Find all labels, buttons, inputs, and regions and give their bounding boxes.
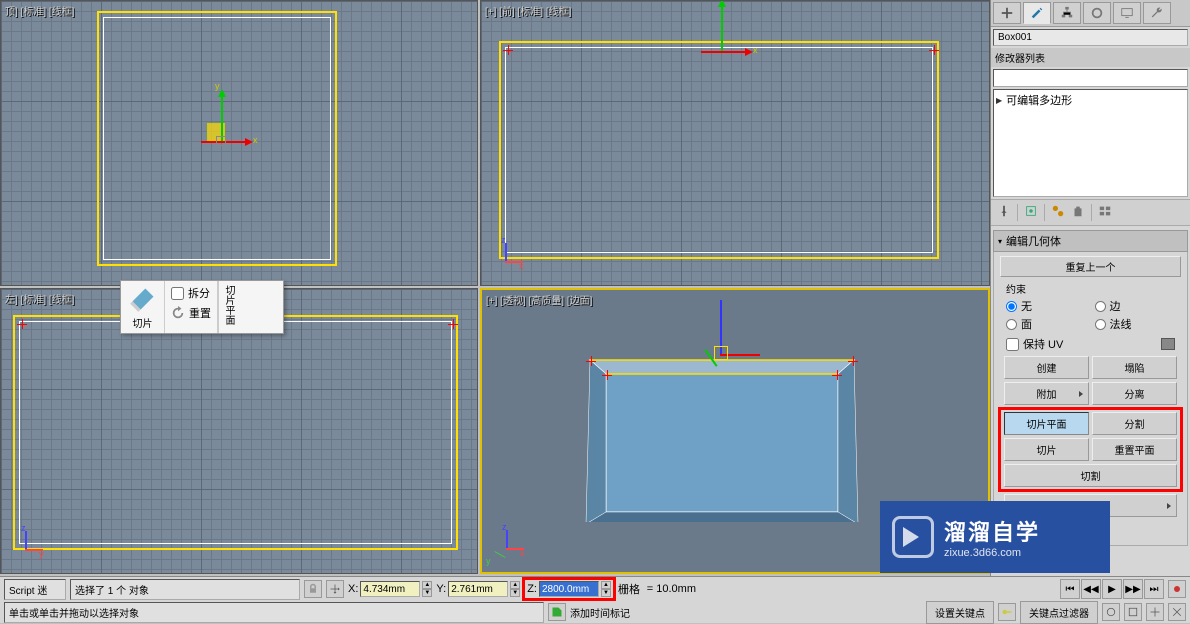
key-icon[interactable]	[998, 603, 1016, 621]
y-spinner[interactable]: ▲▼	[510, 581, 520, 597]
script-listener[interactable]: Script 迷	[4, 579, 66, 600]
edit-geometry-rollout: ▾编辑几何体 重复上一个 约束 无 边 面 法线 保持 UV 创建 塌陷 附加 …	[993, 230, 1188, 546]
nav-icon-1[interactable]	[1102, 603, 1120, 621]
motion-icon	[1090, 6, 1104, 20]
reset-button[interactable]: 重置	[171, 305, 211, 321]
lock-selection-icon[interactable]	[304, 580, 322, 598]
viewport-top-label: 顶] [标准] [线框]	[5, 3, 74, 18]
object-name-field[interactable]: Box001	[993, 29, 1188, 46]
axis-indicator: zy	[7, 527, 47, 567]
collapse-button[interactable]: 塌陷	[1092, 356, 1177, 379]
nav-icon-3[interactable]	[1146, 603, 1164, 621]
remove-modifier-icon[interactable]	[1071, 204, 1085, 221]
z-spinner[interactable]: ▲▼	[601, 581, 611, 597]
goto-end-icon[interactable]: ⏭	[1144, 579, 1164, 599]
reset-plane-button[interactable]: 重置平面	[1092, 438, 1177, 461]
show-end-result-icon[interactable]	[1024, 204, 1038, 221]
transform-type-in-icon[interactable]	[326, 580, 344, 598]
slice-icon	[129, 285, 157, 313]
axis-indicator: zx	[487, 239, 527, 279]
motion-tab[interactable]	[1083, 2, 1111, 24]
hierarchy-tab[interactable]	[1053, 2, 1081, 24]
modifier-stack-item[interactable]: ▶可编辑多边形	[996, 92, 1185, 108]
constraint-normal-radio[interactable]: 法线	[1095, 316, 1176, 332]
viewport-area: 顶] [标准] [线框] x y [+] [前] [标准] [线框] x zx	[0, 0, 990, 576]
slice-plane-button[interactable]: 切片平面	[1004, 412, 1089, 435]
viewport-top[interactable]: 顶] [标准] [线框] x y	[0, 0, 478, 286]
attach-button[interactable]: 附加	[1004, 382, 1089, 405]
utilities-tab[interactable]	[1143, 2, 1171, 24]
display-tab[interactable]	[1113, 2, 1141, 24]
wrench-icon	[1150, 6, 1164, 20]
status-bar: Script 迷 选择了 1 个 对象 X: ▲▼ Y: ▲▼ Z: ▲▼ 栅格…	[0, 576, 1190, 623]
command-panel-tabs	[991, 0, 1190, 27]
watermark-logo: 溜溜自学 zixue.3d66.com	[880, 501, 1110, 573]
grid-info: 栅格 = 10.0mm	[618, 581, 696, 597]
viewport-left-label: 左] [标准] [线框]	[5, 291, 74, 306]
hierarchy-icon	[1060, 6, 1074, 20]
axis-indicator: zx y	[488, 526, 528, 566]
add-time-tag-label[interactable]: 添加时间标记	[570, 605, 630, 620]
cut-button[interactable]: 切割	[1004, 464, 1177, 487]
modifier-stack-toolbar	[991, 199, 1190, 226]
y-coord: Y: ▲▼	[436, 581, 520, 597]
rollout-header[interactable]: ▾编辑几何体	[993, 230, 1188, 252]
z-input[interactable]	[539, 581, 599, 597]
create-tab[interactable]	[993, 2, 1021, 24]
constraint-face-radio[interactable]: 面	[1006, 316, 1087, 332]
split-checkbox[interactable]: 拆分	[171, 285, 211, 301]
selection-info: 选择了 1 个 对象	[70, 579, 300, 600]
detach-button[interactable]: 分离	[1092, 382, 1177, 405]
set-key-button[interactable]: 设置关键点	[926, 601, 994, 624]
time-controls: ⏮ ◀◀ ▶ ▶▶ ⏭	[1060, 579, 1164, 599]
slice-button[interactable]: 切片	[1004, 438, 1089, 461]
next-frame-icon[interactable]: ▶▶	[1123, 579, 1143, 599]
viewport-front-label: [+] [前] [标准] [线框]	[485, 3, 571, 18]
viewport-front[interactable]: [+] [前] [标准] [线框] x zx	[480, 0, 990, 286]
reset-icon	[171, 306, 185, 320]
constraint-label: 约束	[1006, 281, 1181, 296]
play-icon[interactable]: ▶	[1102, 579, 1122, 599]
configure-sets-icon[interactable]	[1098, 204, 1112, 221]
keep-uv-checkbox[interactable]: 保持 UV	[1006, 336, 1063, 352]
modifier-list-label: 修改器列表	[991, 48, 1190, 67]
modifier-list-dropdown[interactable]	[993, 69, 1188, 87]
constraint-none-radio[interactable]: 无	[1006, 298, 1087, 314]
goto-start-icon[interactable]: ⏮	[1060, 579, 1080, 599]
repeat-last-button[interactable]: 重复上一个	[1000, 256, 1181, 277]
x-spinner[interactable]: ▲▼	[422, 581, 432, 597]
constraint-edge-radio[interactable]: 边	[1095, 298, 1176, 314]
slice-plane-label: 切片平面	[218, 281, 238, 333]
modifier-stack[interactable]: ▶可编辑多边形	[993, 89, 1188, 197]
slice-button-large[interactable]: 切片	[121, 281, 165, 333]
prev-frame-icon[interactable]: ◀◀	[1081, 579, 1101, 599]
make-unique-icon[interactable]	[1051, 204, 1065, 221]
create-button[interactable]: 创建	[1004, 356, 1089, 379]
modify-icon	[1030, 6, 1044, 20]
nav-icon-2[interactable]	[1124, 603, 1142, 621]
nav-icon-4[interactable]	[1168, 603, 1186, 621]
viewport-perspective-label: [+] [透视] [高质量] [边面]	[486, 292, 592, 307]
key-mode-icon[interactable]	[1168, 580, 1186, 598]
x-coord: X: ▲▼	[348, 581, 432, 597]
key-filters-button[interactable]: 关键点过滤器	[1020, 601, 1098, 624]
play-logo-icon	[892, 516, 934, 558]
plus-icon	[1000, 6, 1014, 20]
time-tag-icon[interactable]	[548, 603, 566, 621]
y-input[interactable]	[448, 581, 508, 597]
prompt-line: 单击或单击并拖动以选择对象	[4, 602, 544, 623]
pin-stack-icon[interactable]	[997, 204, 1011, 221]
modify-tab[interactable]	[1023, 2, 1051, 24]
x-input[interactable]	[360, 581, 420, 597]
split-button[interactable]: 分割	[1092, 412, 1177, 435]
slice-context-menu: 切片 拆分 重置 切片平面	[120, 280, 284, 334]
z-coord: Z: ▲▼	[524, 579, 614, 599]
display-icon	[1120, 6, 1134, 20]
color-swatch[interactable]	[1161, 338, 1175, 350]
